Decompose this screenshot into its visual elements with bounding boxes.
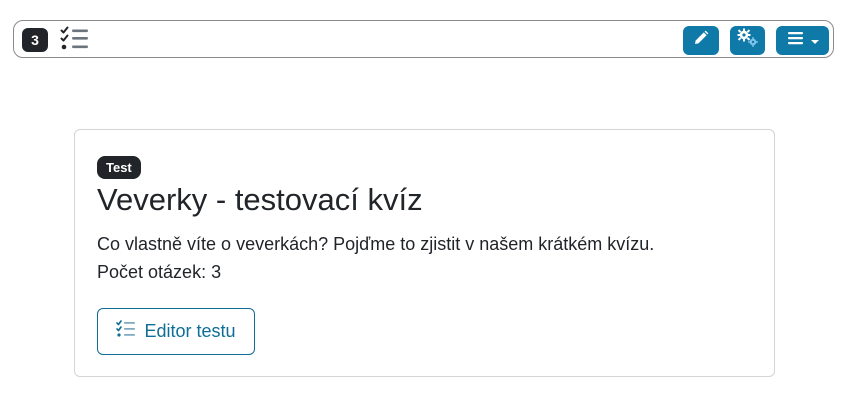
quiz-editor-button[interactable]: Editor testu xyxy=(97,308,255,355)
checklist-icon xyxy=(116,320,136,343)
question-count-badge: 3 xyxy=(22,28,48,52)
hamburger-menu-icon xyxy=(787,31,805,50)
quiz-editor-button-label: Editor testu xyxy=(144,321,236,341)
quiz-title: Veverky - testovací kvíz xyxy=(97,182,423,217)
actions-menu-button[interactable] xyxy=(776,26,829,55)
settings-button[interactable] xyxy=(730,26,765,55)
checklist-icon xyxy=(60,26,90,52)
toolbar: 3 xyxy=(13,20,834,58)
quiz-card: Test Veverky - testovací kvíz Co vlastně… xyxy=(74,129,775,377)
gears-icon xyxy=(737,28,759,53)
edit-button[interactable] xyxy=(683,26,719,55)
quiz-description: Co vlastně víte o veverkách? Pojďme to z… xyxy=(97,234,655,254)
pencil-icon xyxy=(693,30,709,51)
caret-down-icon xyxy=(810,32,819,50)
question-count-text: Počet otázek: 3 xyxy=(97,262,222,282)
quiz-type-badge: Test xyxy=(97,156,141,179)
